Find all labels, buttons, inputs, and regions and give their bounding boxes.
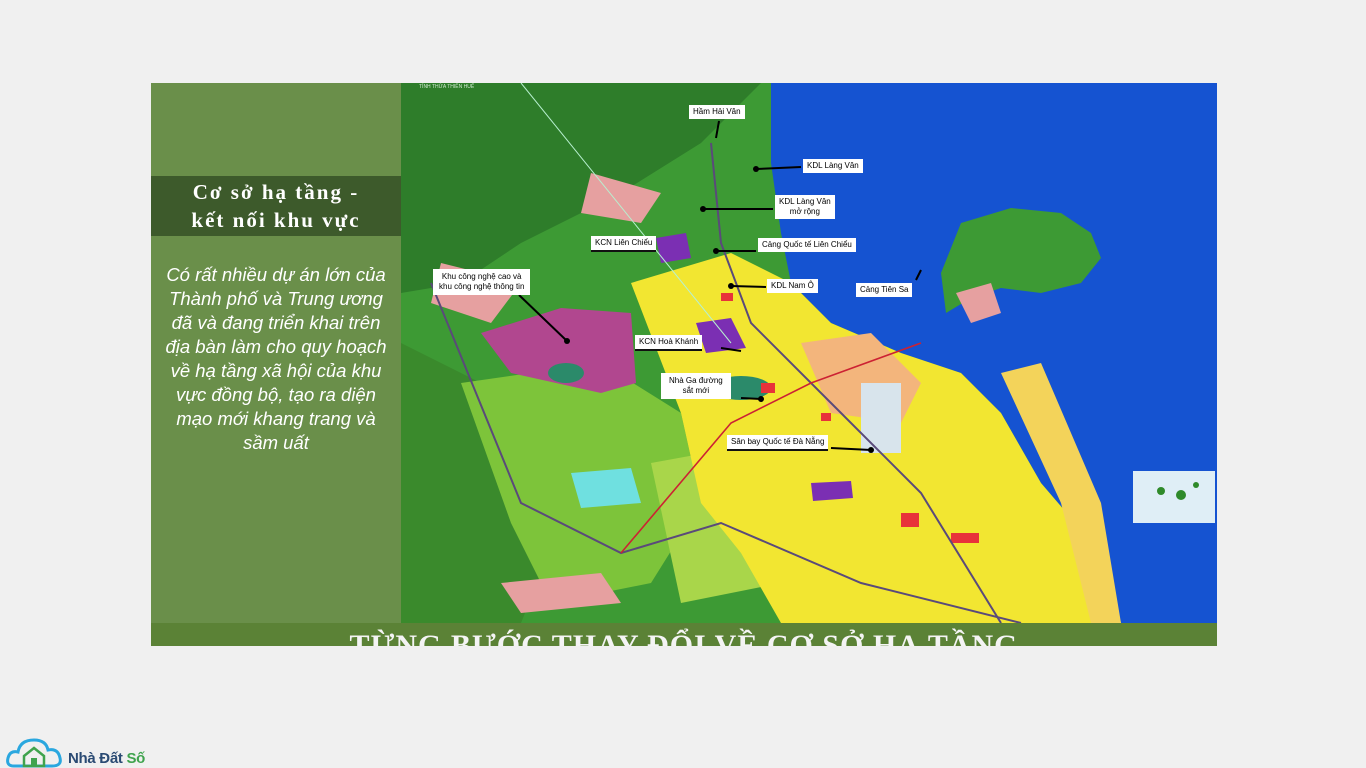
bottom-banner: TỪNG BƯỚC THAY ĐỔI VỀ CƠ SỞ HẠ TẦNG xyxy=(151,623,1217,646)
label-kcn-lien-chieu: KCN Liên Chiểu xyxy=(591,236,657,252)
slide: Cơ sở hạ tầng - kết nối khu vực Có rất n… xyxy=(151,83,1217,646)
label-khu-cong-nghe-cao: Khu công nghệ cao và khu công nghệ thông… xyxy=(433,269,531,295)
label-kdl-lang-van-mo-rong-line-1: KDL Làng Vân xyxy=(779,197,831,206)
map-top-caption: TỈNH THỪA THIÊN HUẾ xyxy=(419,84,475,90)
label-khu-cong-nghe-cao-line-2: khu công nghệ thông tin xyxy=(439,282,525,291)
label-kdl-lang-van-mo-rong-line-2: mở rộng xyxy=(789,207,820,216)
label-nha-ga-line-2: sắt mới xyxy=(682,386,710,395)
banner-title: TỪNG BƯỚC THAY ĐỔI VỀ CƠ SỞ HẠ TẦNG xyxy=(349,629,1019,647)
brand-name-part-1: Nhà Đất xyxy=(68,750,127,767)
label-kdl-lang-van: KDL Làng Vân xyxy=(803,159,863,173)
label-cang-tien-sa: Cảng Tiên Sa xyxy=(856,283,913,297)
title-line-2: kết nối khu vực xyxy=(191,208,361,232)
label-kdl-lang-van-mo-rong: KDL Làng Vân mở rộng xyxy=(775,195,835,219)
label-san-bay-da-nang: Sân bay Quốc tế Đà Nẵng xyxy=(727,435,829,451)
label-khu-cong-nghe-cao-line-1: Khu công nghệ cao và xyxy=(441,272,522,281)
sidebar-panel: Cơ sở hạ tầng - kết nối khu vực Có rất n… xyxy=(151,83,401,623)
city-planning-map: TỈNH THỪA THIÊN HUẾ Hầm Hải Vân KDL Làng… xyxy=(401,83,1217,623)
label-cang-lien-chieu: Cảng Quốc tế Liên Chiểu xyxy=(758,238,856,252)
brand-name-part-2: Số xyxy=(126,750,146,767)
label-nha-ga-line-1: Nhà Ga đường xyxy=(669,376,723,385)
title-line-1: Cơ sở hạ tầng - xyxy=(192,180,360,204)
label-nha-ga-duong-sat: Nhà Ga đường sắt mới xyxy=(661,373,731,399)
label-kcn-hoa-khanh: KCN Hoà Khánh xyxy=(635,335,703,351)
label-ham-hai-van: Hầm Hải Vân xyxy=(689,105,745,119)
cloud-house-icon xyxy=(6,738,62,768)
brand-logo[interactable]: Nhà Đất Số xyxy=(6,732,166,768)
slide-body-text: Có rất nhiều dự án lớn của Thành phố và … xyxy=(165,264,387,453)
brand-name: Nhà Đất Số xyxy=(68,750,145,767)
slide-title: Cơ sở hạ tầng - kết nối khu vực xyxy=(151,176,401,236)
label-kdl-nam-o: KDL Nam Ô xyxy=(767,279,818,293)
